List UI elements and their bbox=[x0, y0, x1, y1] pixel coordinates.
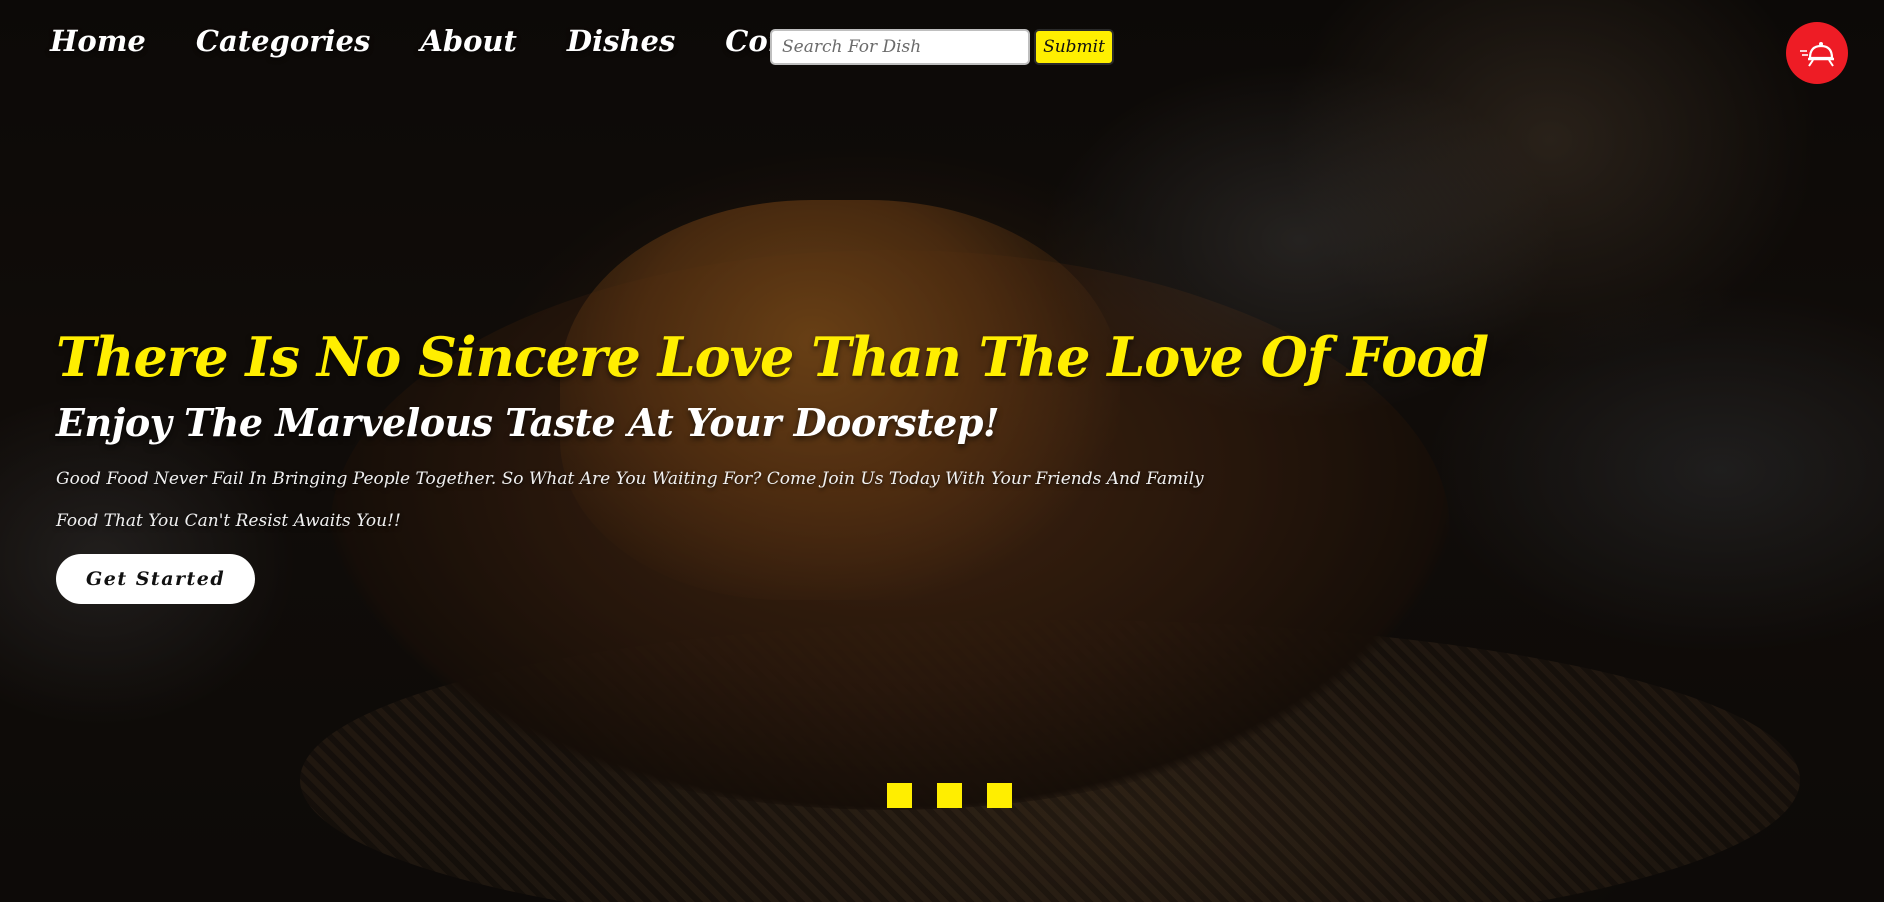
hero-content: There Is No Sincere Love Than The Love O… bbox=[56, 320, 1489, 604]
hero-headline: There Is No Sincere Love Than The Love O… bbox=[56, 325, 1489, 389]
hero-subheadline: Enjoy The Marvelous Taste At Your Doorst… bbox=[56, 400, 1000, 445]
search-input[interactable] bbox=[770, 29, 1030, 65]
logo-badge[interactable] bbox=[1786, 22, 1848, 84]
submit-button[interactable]: Submit bbox=[1034, 29, 1114, 65]
slider-dot[interactable] bbox=[887, 783, 912, 808]
get-started-button[interactable]: Get Started bbox=[56, 554, 256, 604]
slider-dots bbox=[887, 783, 1012, 808]
slider-dot[interactable] bbox=[987, 783, 1012, 808]
nav-home-link[interactable]: Home bbox=[50, 24, 146, 58]
search-form: Submit bbox=[770, 29, 1114, 65]
nav-dishes-link[interactable]: Dishes bbox=[567, 24, 675, 58]
nav-about-link[interactable]: About bbox=[420, 24, 517, 58]
nav-links: Home Categories About Dishes Contact bbox=[50, 24, 852, 58]
hero-body-line: Good Food Never Fail In Bringing People … bbox=[56, 469, 1204, 489]
hero-body-line: Food That You Can't Resist Awaits You!! bbox=[56, 511, 401, 531]
cloche-delivery-icon bbox=[1800, 42, 1834, 67]
slider-dot[interactable] bbox=[937, 783, 962, 808]
top-navigation: Home Categories About Dishes Contact Sub… bbox=[0, 0, 1884, 92]
nav-categories-link[interactable]: Categories bbox=[196, 24, 370, 58]
